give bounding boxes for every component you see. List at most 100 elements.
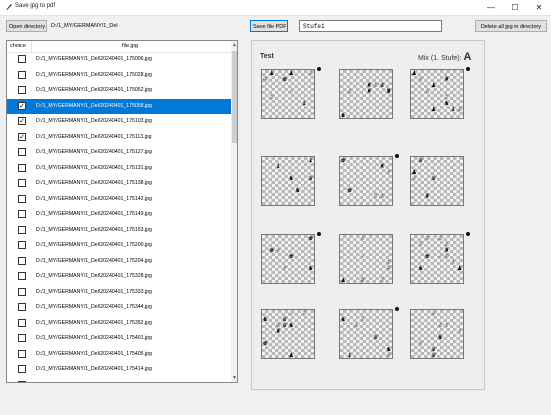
save-pdf-button[interactable]: Save file PDF	[250, 20, 288, 32]
chess-piece: ♘	[288, 88, 294, 95]
scroll-thumb[interactable]	[232, 51, 237, 143]
pdf-name-input[interactable]: Stufe1	[299, 20, 442, 32]
list-item[interactable]: D:/1_MY/GERMANY/1_Del\20240401_175138.jp…	[7, 176, 231, 192]
title-bar: Save jpg to pdf — ☐ ✕	[0, 0, 551, 16]
chess-piece: ♔	[373, 82, 379, 89]
chess-piece: ♛	[282, 316, 288, 323]
file-name: D:/1_MY/GERMANY/1_Del\20240401_175352.jp…	[36, 319, 152, 326]
chess-piece: ♔	[275, 322, 281, 329]
list-item[interactable]: D:/1_MY/GERMANY/1_Del\20240401_175328.jp…	[7, 269, 231, 285]
list-item[interactable]: D:/1_MY/GERMANY/1_Del\20240401_175028.jp…	[7, 68, 231, 84]
list-scrollbar[interactable]: ▲ ▼	[231, 41, 237, 382]
preview-left-header: Test	[260, 53, 274, 60]
row-checkbox[interactable]	[18, 349, 26, 358]
list-item[interactable]: D:/1_MY/GERMANY/1_Del\20240401_175006.jp…	[7, 52, 231, 68]
list-item[interactable]: ✓ D:/1_MY/GERMANY/1_Del\20240401_175103.j…	[7, 114, 231, 130]
list-item[interactable]: D:/1_MY/GERMANY/1_Del\20240401_175131.jp…	[7, 161, 231, 177]
chess-piece: ♜	[444, 247, 450, 254]
scroll-down-icon[interactable]: ▼	[231, 374, 237, 382]
row-checkbox[interactable]	[18, 365, 26, 373]
chess-piece: ♚	[288, 253, 294, 260]
chess-diagram: ♜ ♘ ♛ ♞ ♚ ♟ ♛ ♞ ♖ ♔	[261, 309, 315, 359]
row-checkbox[interactable]	[18, 256, 26, 265]
chess-diagram: ♕ ♟ ♞ ♙ ♟ ♟ ♜ ♝ ♙ ♖	[410, 69, 464, 119]
list-item[interactable]: D:/1_MY/GERMANY/1_Del\20240401_175405.jp…	[7, 347, 231, 363]
header-file[interactable]: file.jpg	[122, 43, 138, 49]
file-name: D:/1_MY/GERMANY/1_Del\20240401_175138.jp…	[36, 180, 152, 186]
row-checkbox[interactable]	[18, 55, 26, 63]
list-item[interactable]: D:/1_MY/GERMANY/1_Del\20240401_175204.jp…	[7, 254, 231, 270]
list-item[interactable]: ✓ D:/1_MY/GERMANY/1_Del\20240401_175058.j…	[7, 98, 231, 114]
file-name: D:/1_MY/GERMANY/1_Del\20240401_175418.jp…	[36, 382, 152, 383]
chess-piece: ♛	[418, 157, 424, 164]
list-item[interactable]: D:/1_MY/GERMANY/1_Del\20240401_175401.jp…	[7, 331, 231, 347]
list-item[interactable]: D:/1_MY/GERMANY/1_Del\20240401_175352.jp…	[7, 316, 231, 332]
open-directory-button[interactable]: Open directory	[6, 20, 47, 32]
row-checkbox[interactable]	[18, 241, 26, 249]
chess-piece: ♛	[282, 322, 288, 329]
chess-piece: ♕	[431, 310, 437, 317]
chess-diagram: ♖ ♕ ♞ ♞ ♛ ♙ ♝	[339, 309, 393, 359]
row-checkbox[interactable]	[18, 179, 26, 187]
file-name: D:/1_MY/GERMANY/1_Del\20240401_175153.jp…	[36, 226, 152, 233]
chess-piece: ♖	[418, 241, 424, 248]
header-choice[interactable]: choice	[10, 43, 26, 49]
chess-piece: ♛	[431, 175, 437, 182]
chess-piece: ♚	[340, 157, 346, 164]
row-checkbox[interactable]	[18, 148, 26, 156]
list-item[interactable]: D:/1_MY/GERMANY/1_Del\20240401_175149.jp…	[7, 207, 231, 223]
list-item[interactable]: D:/1_MY/GERMANY/1_Del\20240401_175344.jp…	[7, 300, 231, 316]
list-item[interactable]: D:/1_MY/GERMANY/1_Del\20240401_175200.jp…	[7, 238, 231, 254]
side-to-move-marker	[317, 232, 321, 236]
list-item[interactable]: D:/1_MY/GERMANY/1_Del\20240401_175142.jp…	[7, 192, 231, 208]
close-button[interactable]: ✕	[527, 0, 551, 15]
chess-piece: ♖	[269, 94, 275, 101]
app-feather-icon	[6, 4, 12, 10]
list-item[interactable]: D:/1_MY/GERMANY/1_Del\20240401_175414.jp…	[7, 362, 231, 378]
row-checkbox[interactable]	[18, 318, 26, 327]
row-checkbox[interactable]	[18, 194, 26, 203]
chess-diagram: ♟ ♟ ♜ ♛ ♕ ♛	[410, 156, 464, 206]
minimize-button[interactable]: —	[479, 0, 503, 15]
chess-piece: ♖	[379, 277, 385, 284]
file-name: D:/1_MY/GERMANY/1_Del\20240401_175131.jp…	[36, 164, 152, 171]
list-item[interactable]: D:/1_MY/GERMANY/1_Del\20240401_175333.jp…	[7, 285, 231, 301]
row-checkbox[interactable]	[18, 272, 26, 280]
file-name: D:/1_MY/GERMANY/1_Del\20240401_175405.jp…	[36, 350, 152, 357]
chess-piece: ♜	[386, 88, 392, 95]
list-item[interactable]: D:/1_MY/GERMANY/1_Del\20240401_175052.jp…	[7, 83, 231, 99]
chess-piece: ♜	[275, 328, 281, 335]
row-checkbox[interactable]	[18, 303, 26, 311]
chess-piece: ♚	[262, 340, 268, 347]
file-list[interactable]: choice file.jpg D:/1_MY/GERMANY/1_Del\20…	[6, 40, 238, 383]
row-checkbox[interactable]: ✓	[18, 117, 26, 125]
chess-piece: ♙	[424, 88, 430, 95]
row-checkbox[interactable]	[18, 163, 26, 172]
chess-piece: ♙	[457, 106, 463, 113]
row-checkbox[interactable]: ✓	[18, 101, 26, 110]
maximize-button[interactable]: ☐	[503, 0, 527, 15]
delete-all-jpg-button[interactable]: Delete all jpg in directory	[475, 20, 547, 32]
file-name: D:/1_MY/GERMANY/1_Del\20240401_175344.jp…	[36, 304, 152, 310]
list-item[interactable]: D:/1_MY/GERMANY/1_Del\20240401_175127.jp…	[7, 145, 231, 161]
list-item[interactable]: ✓ D:/1_MY/GERMANY/1_Del\20240401_175113.j…	[7, 130, 231, 146]
row-checkbox[interactable]	[18, 334, 26, 342]
chess-piece: ♟	[288, 70, 294, 77]
file-name: D:/1_MY/GERMANY/1_Del\20240401_175149.jp…	[36, 211, 152, 217]
row-checkbox[interactable]	[18, 380, 26, 382]
side-to-move-marker	[395, 307, 399, 311]
row-checkbox[interactable]: ✓	[18, 132, 26, 141]
list-item[interactable]: D:/1_MY/GERMANY/1_Del\20240401_175153.jp…	[7, 223, 231, 239]
row-checkbox[interactable]	[18, 86, 26, 94]
chess-piece: ♗	[360, 235, 366, 242]
chess-piece: ♕	[418, 76, 424, 83]
chess-piece: ♗	[386, 169, 392, 176]
row-checkbox[interactable]	[18, 287, 26, 296]
list-item[interactable]: D:/1_MY/GERMANY/1_Del\20240401_175418.jp…	[7, 378, 231, 383]
row-checkbox[interactable]	[18, 225, 26, 234]
chess-piece: ♟	[457, 265, 463, 272]
row-checkbox[interactable]	[18, 210, 26, 218]
row-checkbox[interactable]	[18, 70, 26, 79]
file-name: D:/1_MY/GERMANY/1_Del\20240401_175328.jp…	[36, 273, 152, 279]
scroll-up-icon[interactable]: ▲	[231, 41, 237, 49]
